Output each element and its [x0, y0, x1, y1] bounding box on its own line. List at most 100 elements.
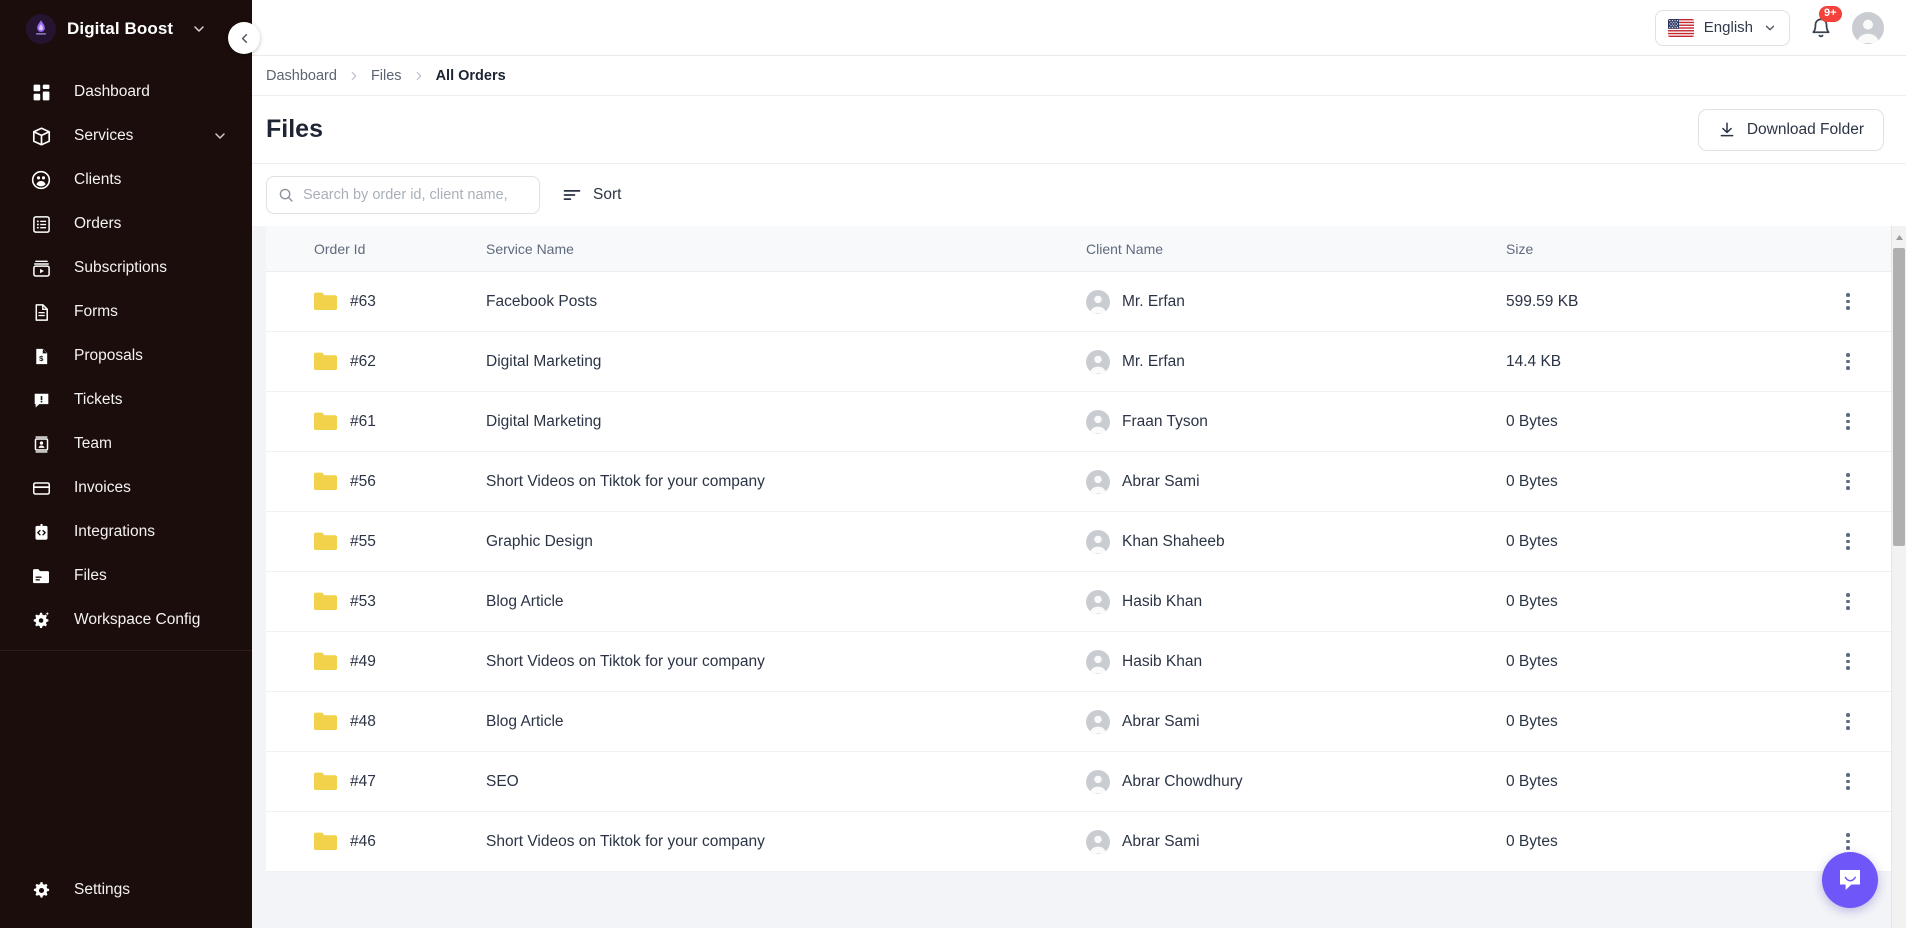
scrollbar-thumb[interactable]	[1893, 248, 1905, 546]
cell-service-name: Blog Article	[486, 592, 564, 610]
table-row[interactable]: #49 Short Videos on Tiktok for your compa…	[266, 632, 1891, 692]
code-clipboard-icon	[30, 521, 52, 543]
order-id-text: #53	[350, 592, 376, 610]
order-id-text: #56	[350, 472, 376, 490]
table-row[interactable]: #62 Digital Marketing Mr. Erfan 14.4 KB	[266, 332, 1891, 392]
cell-client-name: Fraan Tyson	[1086, 409, 1506, 434]
cell-actions	[1805, 707, 1891, 736]
column-header-size: Size	[1506, 240, 1534, 257]
sidebar-item-dashboard[interactable]: Dashboard	[0, 70, 252, 114]
chevron-down-icon	[1763, 21, 1777, 35]
chevron-right-icon	[347, 69, 361, 83]
brand-workspace-switcher[interactable]: Digital Boost	[0, 0, 252, 58]
sidebar-item-team[interactable]: Team	[0, 422, 252, 466]
sort-button[interactable]: Sort	[562, 185, 621, 205]
kebab-menu-icon[interactable]	[1840, 527, 1856, 556]
sidebar-item-proposals[interactable]: $ Proposals	[0, 334, 252, 378]
users-circle-icon	[30, 169, 52, 191]
column-header-client-name: Client Name	[1086, 240, 1164, 257]
sidebar-item-subscriptions[interactable]: Subscriptions	[0, 246, 252, 290]
sidebar-item-services[interactable]: Services	[0, 114, 252, 158]
cell-size: 0 Bytes	[1506, 712, 1558, 730]
table-row[interactable]: #55 Graphic Design Khan Shaheeb 0 Bytes	[266, 512, 1891, 572]
user-avatar-icon	[1086, 409, 1110, 434]
kebab-menu-icon[interactable]	[1840, 287, 1856, 316]
folder-icon	[314, 712, 337, 731]
table-row[interactable]: #53 Blog Article Hasib Khan 0 Bytes	[266, 572, 1891, 632]
cell-client-name: Mr. Erfan	[1086, 289, 1506, 314]
search-icon	[278, 187, 294, 203]
chevron-down-icon[interactable]	[191, 21, 207, 37]
kebab-menu-icon[interactable]	[1840, 647, 1856, 676]
table-header-row: Order Id Service Name Client Name Size	[266, 226, 1891, 272]
cell-actions	[1805, 347, 1891, 376]
page-header: Files Download Folder	[252, 96, 1906, 164]
cell-order-id: #55	[266, 532, 486, 551]
column-header-order-id: Order Id	[314, 240, 366, 257]
kebab-menu-icon[interactable]	[1840, 407, 1856, 436]
document-lines-icon	[30, 301, 52, 323]
table-row[interactable]: #46 Short Videos on Tiktok for your compa…	[266, 812, 1891, 872]
sidebar-bottom: Settings	[0, 868, 252, 928]
kebab-menu-icon[interactable]	[1840, 587, 1856, 616]
notification-badge: 9+	[1819, 5, 1842, 22]
folder-icon	[314, 532, 337, 551]
sidebar-item-integrations[interactable]: Integrations	[0, 510, 252, 554]
sidebar-item-orders[interactable]: Orders	[0, 202, 252, 246]
sidebar-item-forms[interactable]: Forms	[0, 290, 252, 334]
table-row[interactable]: #47 SEO Abrar Chowdhury 0 Bytes	[266, 752, 1891, 812]
cell-service-name: Facebook Posts	[486, 292, 598, 310]
chat-alert-icon	[30, 389, 52, 411]
cell-client-name: Abrar Chowdhury	[1086, 769, 1506, 794]
chevron-down-icon[interactable]	[212, 128, 228, 144]
cell-service-name: Blog Article	[486, 712, 564, 730]
notifications-button[interactable]: 9+	[1808, 5, 1842, 43]
order-id-text: #62	[350, 352, 376, 370]
table-row[interactable]: #63 Facebook Posts Mr. Erfan 599.59 KB	[266, 272, 1891, 332]
client-name-text: Abrar Sami	[1122, 472, 1200, 490]
sidebar-item-invoices[interactable]: Invoices	[0, 466, 252, 510]
chat-widget-button[interactable]	[1822, 852, 1878, 908]
main-area: English 9+ Dashboard Files All Orders Fi…	[252, 0, 1906, 928]
kebab-menu-icon[interactable]	[1840, 767, 1856, 796]
cell-actions	[1805, 767, 1891, 796]
cell-order-id: #61	[266, 412, 486, 431]
chevron-left-icon	[237, 31, 252, 46]
sidebar-item-label: Settings	[74, 880, 131, 898]
order-id-text: #47	[350, 772, 376, 790]
user-avatar-icon[interactable]	[1852, 11, 1884, 44]
language-selector[interactable]: English	[1654, 9, 1790, 46]
breadcrumb-item-files[interactable]: Files	[371, 68, 402, 84]
sidebar-item-tickets[interactable]: Tickets	[0, 378, 252, 422]
cell-service-name: Digital Marketing	[486, 352, 602, 370]
id-badge-icon	[30, 433, 52, 455]
search-input[interactable]	[303, 187, 528, 203]
video-play-icon	[30, 257, 52, 279]
cell-actions	[1805, 287, 1891, 316]
scroll-up-arrow-icon[interactable]	[1895, 228, 1904, 240]
download-folder-button[interactable]: Download Folder	[1697, 108, 1884, 151]
cell-client-name: Khan Shaheeb	[1086, 529, 1506, 554]
package-box-icon	[30, 125, 52, 147]
kebab-menu-icon[interactable]	[1840, 467, 1856, 496]
table-row[interactable]: #48 Blog Article Abrar Sami 0 Bytes	[266, 692, 1891, 752]
sidebar-item-label: Tickets	[74, 390, 123, 408]
table-row[interactable]: #56 Short Videos on Tiktok for your compa…	[266, 452, 1891, 512]
client-name-text: Abrar Sami	[1122, 832, 1200, 850]
sidebar-item-clients[interactable]: Clients	[0, 158, 252, 202]
search-box[interactable]	[266, 176, 540, 214]
breadcrumb-item-dashboard[interactable]: Dashboard	[266, 68, 337, 84]
page-scrollbar[interactable]	[1891, 226, 1906, 928]
sidebar-item-files[interactable]: Files	[0, 554, 252, 598]
kebab-menu-icon[interactable]	[1840, 347, 1856, 376]
sidebar-item-label: Services	[74, 126, 134, 144]
user-avatar-icon	[1086, 529, 1110, 554]
table-body: #63 Facebook Posts Mr. Erfan 599.59 KB #62 Di…	[266, 272, 1891, 872]
app-root: Digital Boost Dashboard Services Clients…	[0, 0, 1906, 928]
cell-size: 0 Bytes	[1506, 652, 1558, 670]
sidebar-item-workspace-config[interactable]: Workspace Config	[0, 598, 252, 642]
table-row[interactable]: #61 Digital Marketing Fraan Tyson 0 Bytes	[266, 392, 1891, 452]
sidebar-collapse-button[interactable]	[228, 22, 260, 54]
kebab-menu-icon[interactable]	[1840, 707, 1856, 736]
sidebar-item-settings[interactable]: Settings	[0, 868, 252, 912]
